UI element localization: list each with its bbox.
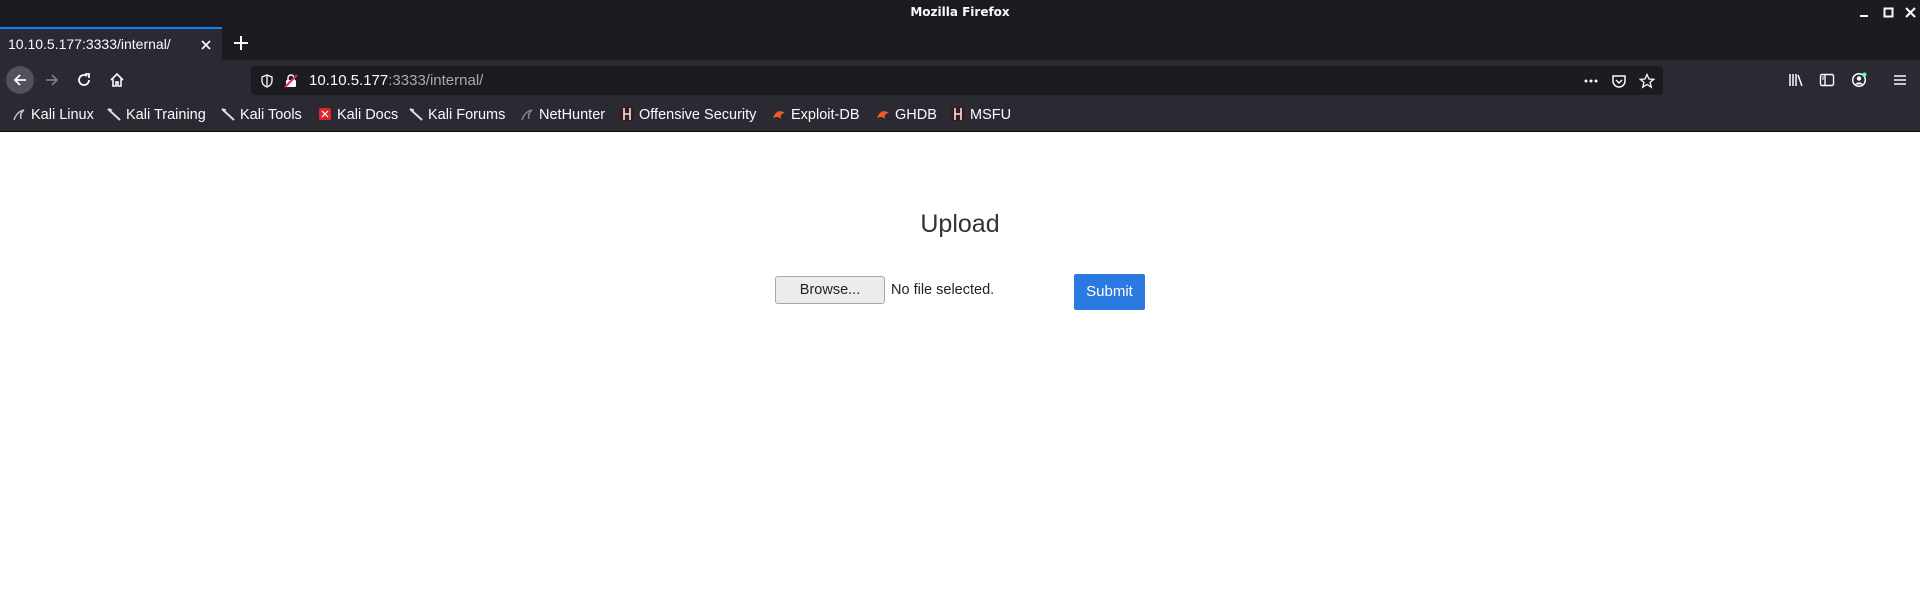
offsec-icon <box>620 107 634 121</box>
reload-icon <box>78 73 90 86</box>
forward-arrow-icon <box>46 74 59 86</box>
bookmark-offensive-security[interactable]: Offensive Security <box>620 105 756 126</box>
bookmark-nethunter[interactable]: NetHunter <box>520 105 605 126</box>
insecure-lock-icon[interactable] <box>283 73 299 89</box>
bookmark-kali-docs[interactable]: Kali Docs <box>318 105 398 126</box>
home-button[interactable] <box>103 66 131 94</box>
url-text[interactable]: 10.10.5.177:3333/internal/ <box>309 66 483 95</box>
bookmarks-toolbar: Kali Linux Kali Training Kali Tools Kali… <box>0 100 1920 132</box>
url-host: 10.10.5.177 <box>309 72 389 89</box>
home-icon <box>110 72 124 87</box>
bookmark-kali-linux[interactable]: Kali Linux <box>12 105 94 126</box>
library-button[interactable] <box>1782 66 1810 94</box>
bookmark-kali-forums[interactable]: Kali Forums <box>409 105 505 126</box>
close-window-button[interactable] <box>1902 4 1919 21</box>
url-path: :3333/internal/ <box>388 72 484 89</box>
exploit-db-icon <box>876 107 890 121</box>
back-button[interactable] <box>6 66 34 94</box>
tab-internal[interactable]: 10.10.5.177:3333/internal/ <box>0 27 222 60</box>
account-icon <box>1851 72 1867 88</box>
offsec-icon <box>951 107 965 121</box>
browse-button[interactable]: Browse... <box>775 276 885 304</box>
bookmark-ghdb[interactable]: GHDB <box>876 105 937 126</box>
account-button[interactable] <box>1845 66 1873 94</box>
submit-button[interactable]: Submit <box>1074 274 1145 310</box>
bookmark-msfu[interactable]: MSFU <box>951 105 1011 126</box>
reload-button[interactable] <box>70 66 98 94</box>
hamburger-menu-icon <box>1894 75 1906 85</box>
close-tab-icon[interactable] <box>198 37 214 53</box>
bookmark-star-icon[interactable] <box>1638 72 1656 89</box>
url-bar[interactable]: 10.10.5.177:3333/internal/ <box>251 66 1663 95</box>
kali-dragon-icon <box>107 107 121 121</box>
kali-dragon-icon <box>409 107 423 121</box>
new-tab-button[interactable] <box>230 32 252 54</box>
library-icon <box>1789 74 1803 87</box>
minimize-button[interactable] <box>1856 4 1873 21</box>
window-titlebar: Mozilla Firefox <box>0 0 1920 25</box>
bookmark-exploit-db[interactable]: Exploit-DB <box>772 105 860 126</box>
menu-button[interactable] <box>1886 66 1914 94</box>
page-actions-icon[interactable] <box>1583 73 1599 89</box>
sidebar-icon <box>1819 73 1835 87</box>
file-status-text: No file selected. <box>891 282 995 298</box>
kali-dragon-icon <box>520 107 534 121</box>
kali-dragon-icon <box>12 107 26 121</box>
tracking-shield-icon[interactable] <box>259 73 275 89</box>
page-title: Upload <box>920 210 1000 238</box>
back-arrow-icon <box>13 74 26 86</box>
sidebar-button[interactable] <box>1813 66 1841 94</box>
maximize-button[interactable] <box>1880 4 1897 21</box>
tab-title: 10.10.5.177:3333/internal/ <box>8 36 171 52</box>
window-title: Mozilla Firefox <box>910 5 1010 19</box>
exploit-db-icon <box>772 107 786 121</box>
kali-dragon-icon <box>221 107 235 121</box>
bookmark-kali-tools[interactable]: Kali Tools <box>221 105 302 126</box>
nav-toolbar: 10.10.5.177:3333/internal/ <box>0 60 1920 100</box>
kali-docs-icon <box>318 107 332 121</box>
page-content: Upload Browse... No file selected. Submi… <box>0 132 1920 604</box>
pocket-icon[interactable] <box>1611 73 1627 89</box>
tab-strip: 10.10.5.177:3333/internal/ <box>0 25 1920 60</box>
forward-button[interactable] <box>38 66 66 94</box>
bookmark-kali-training[interactable]: Kali Training <box>107 105 206 126</box>
